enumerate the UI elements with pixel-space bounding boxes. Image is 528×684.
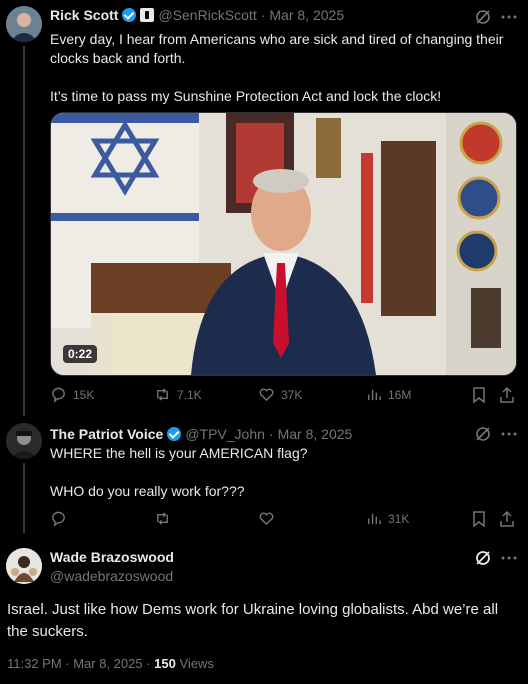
tweet-meta: 11:32 PM · Mar 8, 2025 · 150 Views (7, 656, 214, 671)
author-handle[interactable]: @wadebrazoswood (50, 568, 173, 584)
video-player[interactable]: 0:22 (50, 112, 517, 376)
separator-dot: · (268, 426, 274, 442)
reply-count: 15K (73, 387, 95, 402)
more-icon[interactable] (500, 8, 518, 26)
tweet-date[interactable]: Mar 8, 2025 (269, 7, 344, 23)
avatar[interactable] (6, 548, 42, 584)
grok-icon[interactable] (474, 549, 492, 567)
video-duration: 0:22 (63, 345, 98, 363)
views-label: Views (179, 656, 214, 671)
verified-badge-icon (167, 427, 182, 441)
reply-button[interactable] (50, 510, 67, 527)
share-icon[interactable] (498, 510, 516, 528)
share-icon[interactable] (498, 386, 516, 404)
repost-icon (157, 512, 168, 525)
tweet-timestamp[interactable]: 11:32 PM · Mar 8, 2025 · (7, 656, 151, 671)
more-icon[interactable] (500, 549, 518, 567)
views-count: 16M (388, 387, 412, 402)
repost-button[interactable]: 7.1K (154, 386, 202, 403)
views-icon (368, 513, 381, 525)
reply-icon (52, 511, 65, 527)
tweet-date[interactable]: Mar 8, 2025 (278, 426, 353, 442)
views-icon (368, 389, 381, 401)
bookmark-icon[interactable] (470, 510, 488, 528)
bookmark-icon[interactable] (470, 386, 488, 404)
author-name[interactable]: Wade Brazoswood (50, 549, 174, 565)
reply-button[interactable]: 15K (50, 386, 94, 403)
views-button[interactable]: 31K (365, 510, 409, 527)
thread-line (23, 46, 25, 416)
like-button[interactable] (258, 510, 275, 527)
grok-icon[interactable] (474, 425, 492, 443)
like-count: 37K (281, 387, 303, 402)
views-count: 31K (388, 511, 410, 526)
heart-icon (259, 388, 274, 402)
separator-dot: · (260, 7, 266, 23)
author-handle[interactable]: @TPV_John (185, 426, 265, 442)
tweet-actions: 31K (50, 510, 520, 530)
avatar[interactable] (6, 6, 42, 42)
tweet-text: Israel. Just like how Dems work for Ukra… (7, 601, 499, 640)
repost-button[interactable] (154, 510, 171, 527)
views-button[interactable]: 16M (365, 386, 411, 403)
author-name[interactable]: The Patriot Voice (50, 426, 163, 442)
video-thumbnail (51, 113, 516, 375)
thread-line (23, 463, 25, 533)
affiliate-badge-icon (140, 8, 155, 22)
more-icon[interactable] (500, 425, 518, 443)
tweet-actions: 15K 7.1K 37K 16M (50, 386, 520, 406)
verified-badge-icon (122, 8, 137, 22)
tweet-text: WHERE the hell is your AMERICAN flag? WH… (50, 445, 308, 499)
grok-icon[interactable] (474, 8, 492, 26)
like-button[interactable]: 37K (258, 386, 302, 403)
author-handle[interactable]: @SenRickScott (158, 7, 256, 23)
avatar[interactable] (6, 423, 42, 459)
repost-icon (157, 388, 168, 401)
repost-count: 7.1K (177, 387, 202, 402)
author-name[interactable]: Rick Scott (50, 7, 118, 23)
tweet-text: Every day, I hear from Americans who are… (50, 31, 504, 104)
views-count: 150 (154, 656, 176, 671)
heart-icon (259, 512, 274, 526)
reply-icon (52, 387, 65, 403)
